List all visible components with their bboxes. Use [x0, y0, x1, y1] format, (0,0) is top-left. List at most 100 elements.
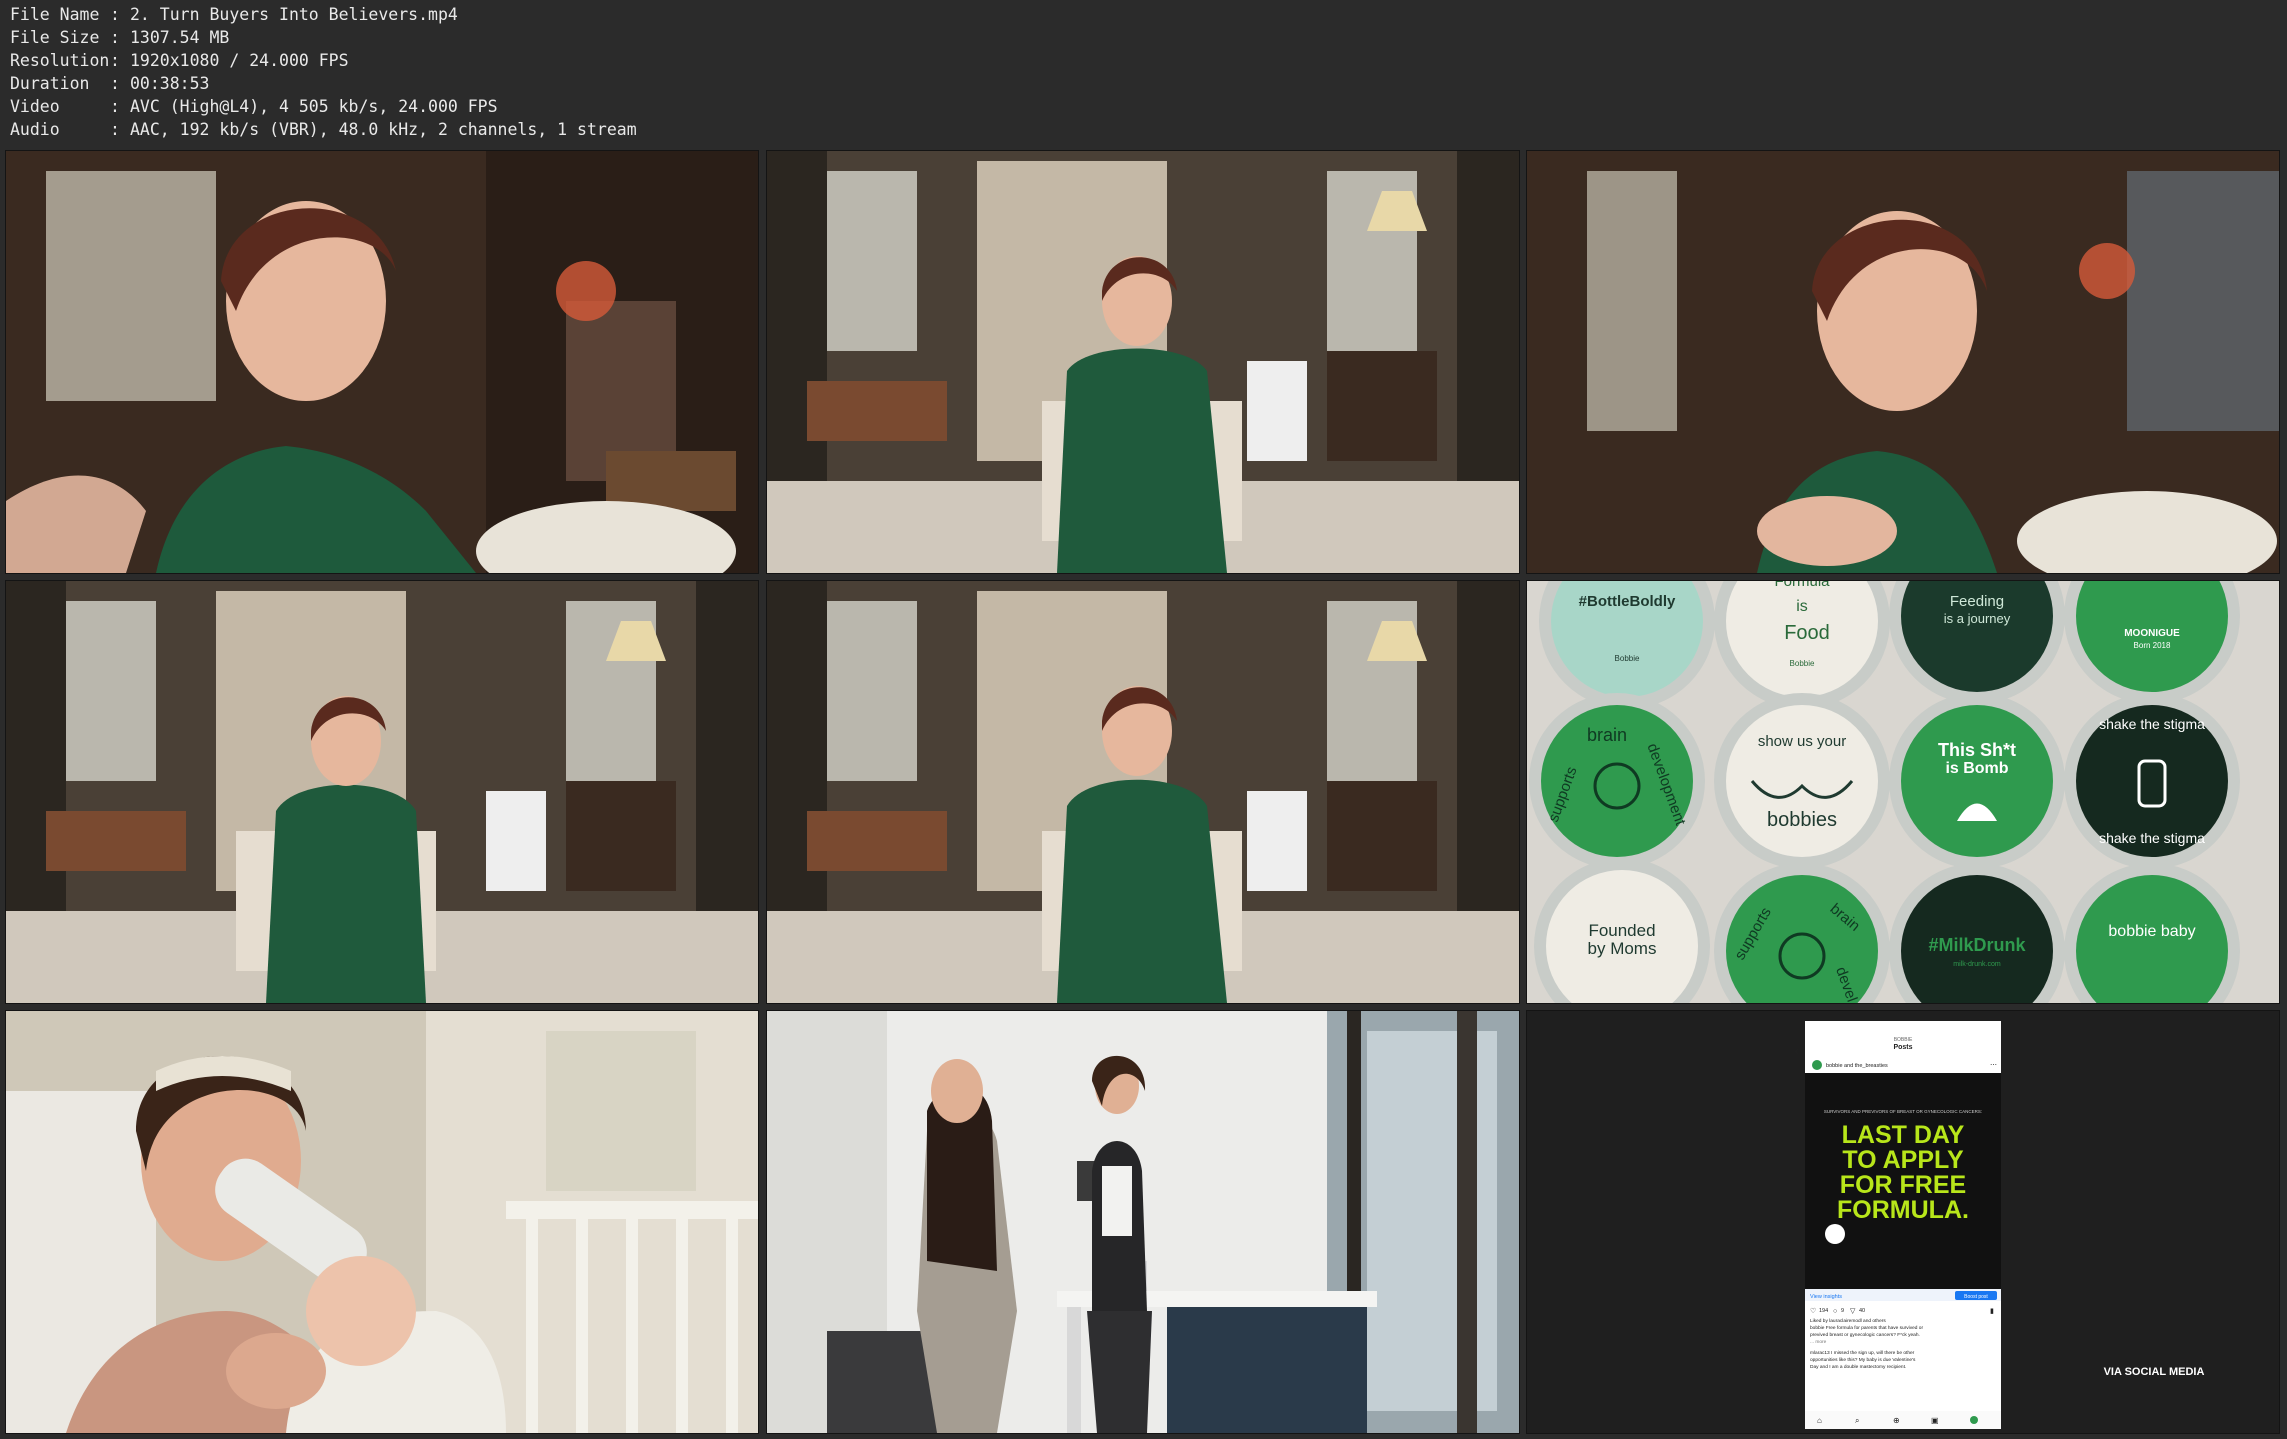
- lid-text: bobbies: [1767, 809, 1837, 831]
- more-icon: ⋯: [1990, 1062, 1997, 1069]
- info-value: 1920x1080 / 24.000 FPS: [130, 50, 349, 70]
- post-headline-4: FORMULA.: [1837, 1196, 1969, 1224]
- ig-user: bobbie and the_breasties: [1826, 1063, 1888, 1069]
- lid-text: is Bomb: [1945, 760, 2008, 777]
- info-key: Audio: [10, 119, 60, 139]
- video-frame[interactable]: [5, 150, 759, 574]
- file-info-panel: File Name:2. Turn Buyers Into Believers.…: [10, 4, 637, 141]
- comment-text: opportunities like this? My baby is due …: [1810, 1357, 1916, 1363]
- thumbnail-grid: #BottleBoldly Bobbie Formula is Food Bob…: [5, 150, 2281, 1434]
- lid-text: milk-drunk.com: [1953, 961, 2001, 968]
- lid-text: bobbie baby: [2108, 923, 2195, 940]
- info-separator: :: [110, 119, 120, 139]
- post-headline-3: FOR FREE: [1840, 1171, 1966, 1199]
- info-key: Resolution: [10, 50, 110, 70]
- lid-text: This Sh*t: [1938, 740, 2016, 760]
- info-separator: :: [110, 96, 120, 116]
- share-count: 40: [1859, 1308, 1865, 1314]
- lid-text: Founded: [1588, 921, 1655, 940]
- frame-image: [767, 581, 1519, 1003]
- info-key: Video: [10, 96, 60, 116]
- video-frame[interactable]: #BottleBoldly Bobbie Formula is Food Bob…: [1526, 580, 2280, 1004]
- info-value: 1307.54 MB: [130, 27, 230, 47]
- profile-icon: [1970, 1416, 1978, 1424]
- info-value: 00:38:53: [130, 73, 210, 93]
- comment-text: mlarac13 I missed the sign up, will ther…: [1810, 1350, 1915, 1356]
- ig-account: BOBBIE: [1894, 1037, 1913, 1043]
- reels-icon: ▣: [1931, 1416, 1939, 1425]
- video-frame[interactable]: ‹ BOBBIE Posts bobbie and the_breasties …: [1526, 1010, 2280, 1434]
- add-post-icon: ⊕: [1893, 1416, 1900, 1425]
- file-info-row: Audio: AAC, 192 kb/s (VBR), 48.0 kHz, 2 c…: [10, 119, 637, 142]
- lid-brand: Bobbie: [1790, 659, 1815, 668]
- info-separator: :: [110, 50, 120, 70]
- video-frame[interactable]: [5, 580, 759, 1004]
- frame-image: [767, 151, 1519, 573]
- info-value: 2. Turn Buyers Into Believers.mp4: [130, 5, 458, 24]
- liked-by: Liked by lauraclairemodl and others: [1810, 1318, 1886, 1324]
- info-key: File Size: [10, 27, 100, 47]
- file-info-row: File Name:2. Turn Buyers Into Believers.…: [10, 4, 637, 27]
- video-frame[interactable]: [5, 1010, 759, 1434]
- frame-image: [6, 581, 758, 1003]
- lid-text: shake the stigma: [2099, 830, 2205, 846]
- boost-post-label: Boost post: [1964, 1294, 1988, 1300]
- share-icon: ▽: [1850, 1308, 1856, 1315]
- lid-text: #MilkDrunk: [1928, 935, 2026, 955]
- file-info-row: Video: AVC (High@L4), 4 505 kb/s, 24.000 …: [10, 96, 637, 119]
- frame-image: [1527, 151, 2279, 573]
- home-icon: ⌂: [1817, 1416, 1822, 1425]
- info-key: Duration: [10, 73, 90, 93]
- lid-text: by Moms: [1588, 939, 1657, 958]
- info-value: AVC (High@L4), 4 505 kb/s, 24.000 FPS: [130, 96, 498, 116]
- view-insights-link: View insights: [1810, 1294, 1842, 1300]
- ig-header: Posts: [1893, 1044, 1912, 1051]
- lid-brand: Bobbie: [1615, 654, 1640, 663]
- post-caption: previved breast or gynecologic cancers? …: [1810, 1332, 1920, 1338]
- lid-text: Formula: [1774, 581, 1830, 590]
- video-frame[interactable]: [1526, 150, 2280, 574]
- search-icon: ⌕: [1855, 1416, 1859, 1425]
- info-separator: :: [110, 5, 120, 24]
- info-separator: :: [110, 73, 120, 93]
- frame-image: [767, 1011, 1519, 1433]
- lid-text: MOONIGUE: [2124, 628, 2180, 639]
- lid-text: Born 2018: [2134, 641, 2171, 650]
- like-count: 194: [1819, 1308, 1828, 1314]
- via-social-media-label: VIA SOCIAL MEDIA: [2104, 1366, 2205, 1378]
- sticker-icon: [1825, 1224, 1845, 1244]
- more-link: ... more: [1810, 1339, 1827, 1345]
- lid-text: brain: [1587, 725, 1627, 745]
- file-info-row: Resolution:1920x1080 / 24.000 FPS: [10, 50, 637, 73]
- comment-icon: ○: [1833, 1308, 1837, 1315]
- frame-image: ‹ BOBBIE Posts bobbie and the_breasties …: [1527, 1011, 2279, 1433]
- heart-icon: ♡: [1810, 1307, 1816, 1315]
- frame-image: #BottleBoldly Bobbie Formula is Food Bob…: [1527, 581, 2279, 1003]
- back-arrow-icon: ‹: [1795, 1046, 1798, 1057]
- frame-image: [6, 1011, 758, 1433]
- post-small-caption: SURVIVORS AND PREVIVORS OF BREAST OR GYN…: [1824, 1109, 1982, 1114]
- info-separator: :: [110, 27, 120, 47]
- post-headline-2: TO APPLY: [1842, 1146, 1964, 1174]
- post-caption: bobbie Free formula for parents that hav…: [1810, 1325, 1923, 1331]
- file-info-row: File Size:1307.54 MB: [10, 27, 637, 50]
- video-frame[interactable]: [766, 580, 1520, 1004]
- lid-text: shake the stigma: [2099, 716, 2205, 732]
- video-frame[interactable]: [766, 1010, 1520, 1434]
- frame-image: [6, 151, 758, 573]
- lid-text: Feeding: [1950, 593, 2004, 610]
- info-key: File Name: [10, 5, 100, 24]
- lid-text: is a journey: [1944, 611, 2011, 626]
- comment-count: 9: [1841, 1308, 1844, 1314]
- avatar: [1812, 1060, 1822, 1070]
- bookmark-icon: ▮: [1990, 1308, 1994, 1315]
- lid-text: Food: [1784, 622, 1830, 644]
- lid-text: #BottleBoldly: [1579, 593, 1676, 610]
- post-headline-1: LAST DAY: [1842, 1121, 1965, 1149]
- file-info-row: Duration:00:38:53: [10, 73, 637, 96]
- lid-text: show us your: [1758, 733, 1846, 750]
- comment-text: Day and I am a double mastectomy recipie…: [1810, 1364, 1906, 1370]
- video-frame[interactable]: [766, 150, 1520, 574]
- info-value: AAC, 192 kb/s (VBR), 48.0 kHz, 2 channel…: [130, 119, 637, 139]
- lid-text: is: [1796, 598, 1808, 615]
